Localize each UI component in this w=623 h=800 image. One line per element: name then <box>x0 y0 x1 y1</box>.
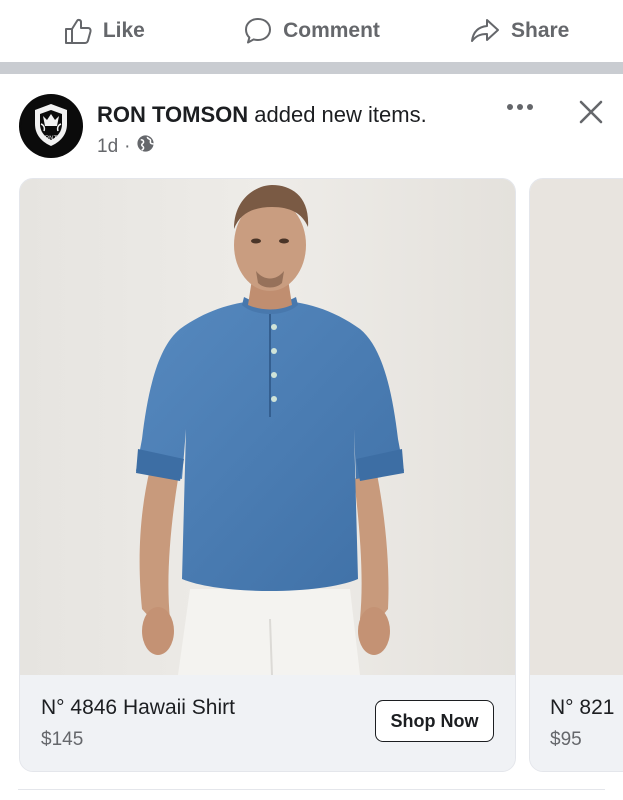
brand-logo-icon: RNT <box>21 96 81 156</box>
like-button[interactable]: Like <box>0 0 208 62</box>
product-photo[interactable] <box>20 179 515 676</box>
close-icon <box>579 100 603 124</box>
author-name[interactable]: RON TOMSON <box>97 102 248 127</box>
product-photo[interactable] <box>530 179 623 675</box>
product-name[interactable]: N° 821 <box>550 696 614 720</box>
meta-separator: · <box>124 135 131 157</box>
product-name[interactable]: N° 4846 Hawaii Shirt <box>41 696 235 720</box>
post-header: RNT RON TOMSON added new items. 1d · <box>0 74 623 178</box>
man-in-blue-shirt-photo <box>20 179 515 676</box>
globe-icon <box>136 134 155 159</box>
post-bottom-divider <box>18 789 605 790</box>
hide-post-button[interactable] <box>575 96 607 128</box>
post-meta: 1d · <box>97 134 155 159</box>
product-card[interactable]: N° 821 $95 <box>529 178 623 772</box>
share-label: Share <box>510 19 570 42</box>
feed-divider <box>0 62 623 74</box>
post-action-text: added new items. <box>248 102 427 127</box>
comment-label: Comment <box>283 19 380 42</box>
product-card[interactable]: N° 4846 Hawaii Shirt $145 Shop Now <box>19 178 516 772</box>
speech-bubble-icon <box>243 16 273 46</box>
product-carousel[interactable]: N° 4846 Hawaii Shirt $145 Shop Now N° 82… <box>0 178 623 778</box>
product-price: $145 <box>41 729 84 750</box>
like-label: Like <box>102 19 145 42</box>
thumbs-up-icon <box>63 16 93 46</box>
post-timestamp[interactable]: 1d <box>97 136 118 158</box>
share-button[interactable]: Share <box>415 0 623 62</box>
product-card-footer: N° 821 $95 <box>530 675 623 771</box>
shop-now-button[interactable]: Shop Now <box>375 700 494 742</box>
share-arrow-icon <box>469 16 501 46</box>
more-options-button[interactable] <box>503 96 537 118</box>
post-author-line: RON TOMSON added new items. <box>97 102 427 128</box>
product-card-footer: N° 4846 Hawaii Shirt $145 Shop Now <box>20 675 515 771</box>
post-action-bar: Like Comment Share <box>0 0 623 62</box>
product-price: $95 <box>550 729 582 750</box>
more-options-icon <box>507 104 533 110</box>
avatar[interactable]: RNT <box>19 94 83 158</box>
avatar-logo-text: RNT <box>45 136 58 142</box>
comment-button[interactable]: Comment <box>208 0 416 62</box>
